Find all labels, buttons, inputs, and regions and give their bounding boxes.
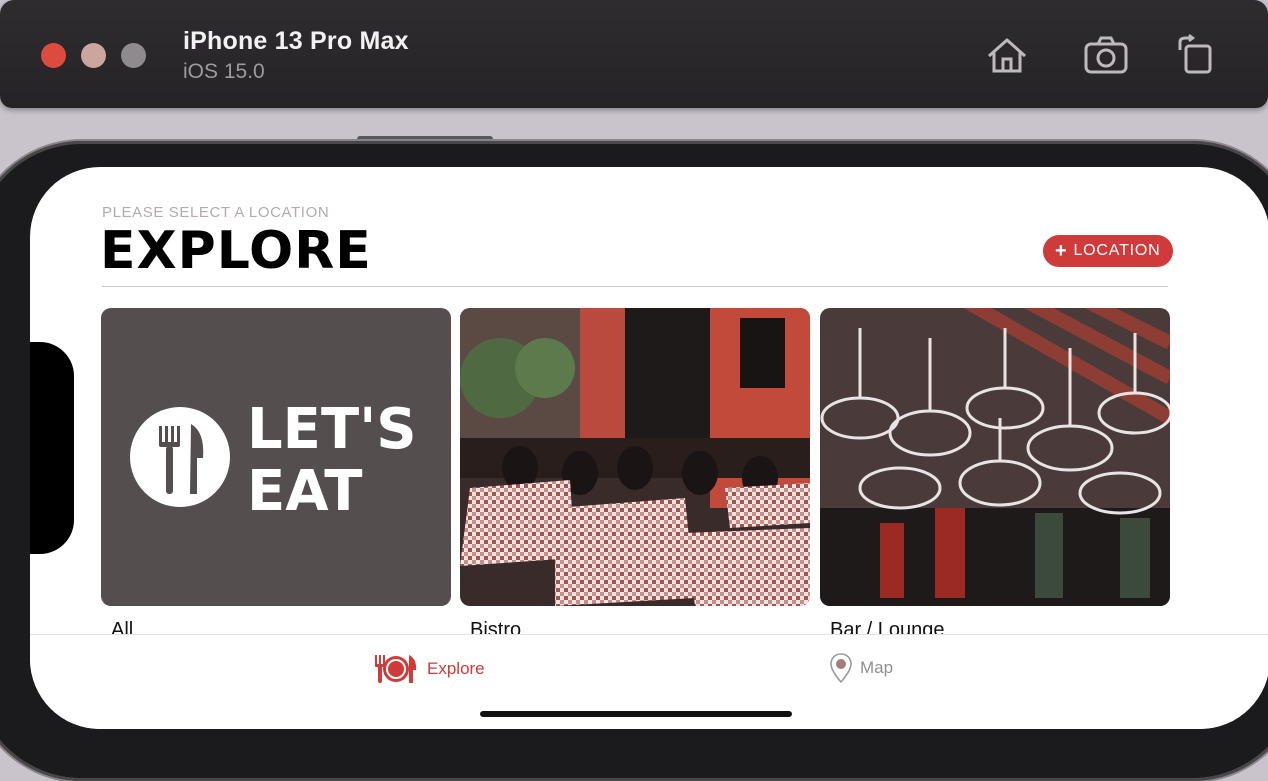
home-indicator[interactable]	[480, 711, 792, 717]
logo-text-eat: EAT	[247, 459, 362, 524]
bar-glasses-photo	[820, 308, 1170, 606]
page-title: EXPLORE	[100, 221, 372, 281]
minimize-window-button[interactable]	[81, 43, 106, 68]
map-pin-icon	[830, 653, 852, 683]
add-location-label: LOCATION	[1073, 242, 1161, 259]
fork-plate-knife-icon	[375, 655, 417, 683]
category-card-all[interactable]: LET'S EAT	[101, 308, 451, 606]
lets-eat-logo: LET'S EAT	[101, 308, 451, 606]
screenshot-camera-icon[interactable]	[1082, 34, 1130, 76]
os-version: iOS 15.0	[183, 60, 265, 83]
device-screen: PLEASE SELECT A LOCATION EXPLORE + LOCAT…	[30, 167, 1268, 729]
zoom-window-button[interactable]	[121, 43, 146, 68]
simulator-titlebar: iPhone 13 Pro Max iOS 15.0	[0, 0, 1268, 108]
device-notch	[30, 342, 74, 554]
header-divider	[102, 286, 1168, 287]
home-icon[interactable]	[983, 34, 1031, 76]
category-card-bar-lounge[interactable]	[820, 308, 1170, 606]
bistro-photo	[460, 308, 810, 606]
tab-map-label: Map	[860, 658, 894, 677]
rotate-icon[interactable]	[1172, 34, 1220, 76]
tab-explore-label: Explore	[427, 659, 485, 678]
add-location-button[interactable]: + LOCATION	[1043, 235, 1173, 267]
tab-map[interactable]: Map	[830, 653, 893, 683]
category-card-bistro[interactable]	[460, 308, 810, 606]
plus-icon: +	[1055, 240, 1068, 262]
logo-text-lets: LET'S	[247, 397, 417, 462]
device-name: iPhone 13 Pro Max	[183, 27, 409, 55]
tab-explore[interactable]: Explore	[373, 653, 485, 685]
page-subtitle: PLEASE SELECT A LOCATION	[102, 204, 330, 221]
close-window-button[interactable]	[41, 43, 66, 68]
